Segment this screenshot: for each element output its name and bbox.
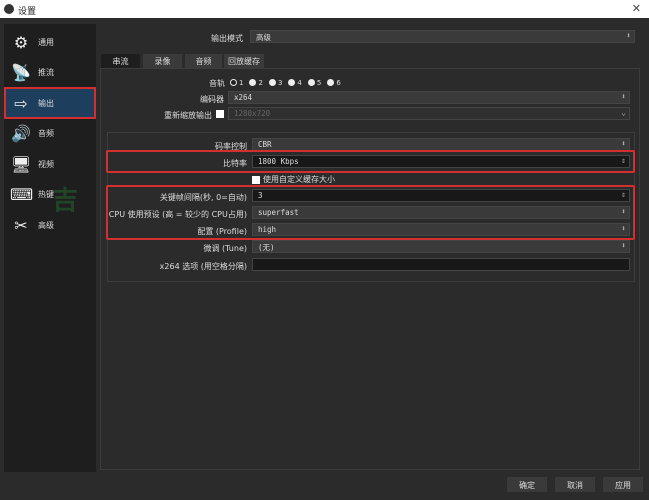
output-mode-label: 输出模式 <box>211 34 243 43</box>
watermark: 吉 <box>52 186 79 216</box>
updown-icon: ⬍ <box>621 241 626 250</box>
sidebar-item-4[interactable]: 🖥 视频 <box>6 150 94 178</box>
sidebar-item-3[interactable]: 🔊 音频 <box>6 120 94 148</box>
keyboard-icon: ⌨ <box>10 185 34 204</box>
audio-track-label: 音轨 <box>209 79 225 88</box>
track-radio-1[interactable] <box>230 79 237 86</box>
ok-button[interactable]: 确定 <box>507 477 547 492</box>
track-radio-3[interactable] <box>268 79 276 86</box>
encoder-select[interactable]: x264 ⬍ <box>228 91 630 104</box>
cancel-button[interactable]: 取消 <box>555 477 595 492</box>
tab-recording[interactable]: 录像 <box>143 54 182 68</box>
sidebar-item-label: 通用 <box>38 37 54 47</box>
tab-replay-buffer[interactable]: 回放缓存 <box>224 54 264 68</box>
sidebar-item-0[interactable]: ⚙ 通用 <box>6 28 94 56</box>
track-radio-4[interactable] <box>288 79 296 86</box>
gear-icon: ⚙ <box>13 32 29 52</box>
track-label: 5 <box>316 79 322 87</box>
tab-streaming[interactable]: 串流 <box>101 54 140 68</box>
sidebar-item-label: 推流 <box>38 68 54 77</box>
window-title: 设置 <box>18 7 37 17</box>
rescale-checkbox[interactable] <box>216 110 224 118</box>
sidebar-item-label: 输出 <box>38 98 54 108</box>
custom-buffer-option[interactable]: 使用自定义缓存大小 <box>252 174 335 185</box>
sidebar-item-2[interactable]: ⇨ 输出 <box>4 87 96 119</box>
audio-track-radios: 1 2 3 4 5 6 <box>224 78 341 87</box>
track-label: 4 <box>297 79 302 87</box>
track-label: 2 <box>258 79 263 87</box>
encoder-label: 编码器 <box>200 95 224 104</box>
sidebar-item-5[interactable]: ⌨ 热键 <box>6 181 94 209</box>
broadcast-icon: 📡 <box>11 63 31 82</box>
x264-options-input[interactable] <box>252 258 630 271</box>
track-label: 6 <box>336 79 341 87</box>
track-radio-5[interactable] <box>307 79 315 86</box>
custom-buffer-label: 使用自定义缓存大小 <box>263 175 335 184</box>
title-bar: 设置 ✕ <box>0 0 649 18</box>
sidebar-item-1[interactable]: 📡 推流 <box>6 59 94 87</box>
updown-icon: ⬍ <box>621 92 626 101</box>
updown-icon: ⬍ <box>621 139 626 148</box>
obs-logo-icon <box>4 4 14 14</box>
output-mode-select[interactable]: 高级 ⬍ <box>250 30 635 43</box>
close-button[interactable]: ✕ <box>632 2 641 15</box>
rescale-value: 1280x720 <box>234 109 271 118</box>
output-monitor-icon: ⇨ <box>14 93 28 113</box>
sidebar-item-6[interactable]: ✂ 高级 <box>6 211 94 239</box>
sidebar-item-label: 高级 <box>38 220 54 230</box>
monitor-icon: 🖥 <box>10 154 32 174</box>
rate-control-value: CBR <box>258 140 272 149</box>
track-radio-6[interactable] <box>327 79 335 86</box>
updown-icon: ⬍ <box>626 31 631 40</box>
encoder-value: x264 <box>234 93 253 102</box>
speaker-icon: 🔊 <box>11 124 31 143</box>
highlight-box-bitrate <box>106 150 635 173</box>
sidebar-item-label: 音频 <box>38 129 54 138</box>
custom-buffer-checkbox[interactable] <box>252 175 260 184</box>
x264-options-label: x264 选项 (用空格分隔) <box>159 262 247 271</box>
rescale-select[interactable]: 1280x720 ⌄ <box>228 107 630 120</box>
tune-value: (无) <box>258 243 275 252</box>
output-mode-value: 高级 <box>256 33 271 42</box>
tune-label: 微调 (Tune) <box>203 244 247 253</box>
sidebar: ⚙ 通用 📡 推流 ⇨ 输出 🔊 音频 🖥 视频 ⌨ 热键 ✂ 高级 <box>4 24 96 472</box>
track-label: 3 <box>277 79 283 87</box>
sidebar-item-label: 视频 <box>38 159 54 169</box>
track-radio-2[interactable] <box>249 79 257 86</box>
chevron-down-icon: ⌄ <box>621 108 626 117</box>
highlight-box-encoder-options <box>106 185 635 240</box>
tools-icon: ✂ <box>14 215 28 235</box>
track-label: 1 <box>239 79 244 87</box>
tab-audio[interactable]: 音频 <box>185 54 222 68</box>
tune-select[interactable]: (无) ⬍ <box>252 240 630 253</box>
rescale-label: 重新缩放输出 <box>164 111 212 120</box>
apply-button[interactable]: 应用 <box>603 477 643 492</box>
